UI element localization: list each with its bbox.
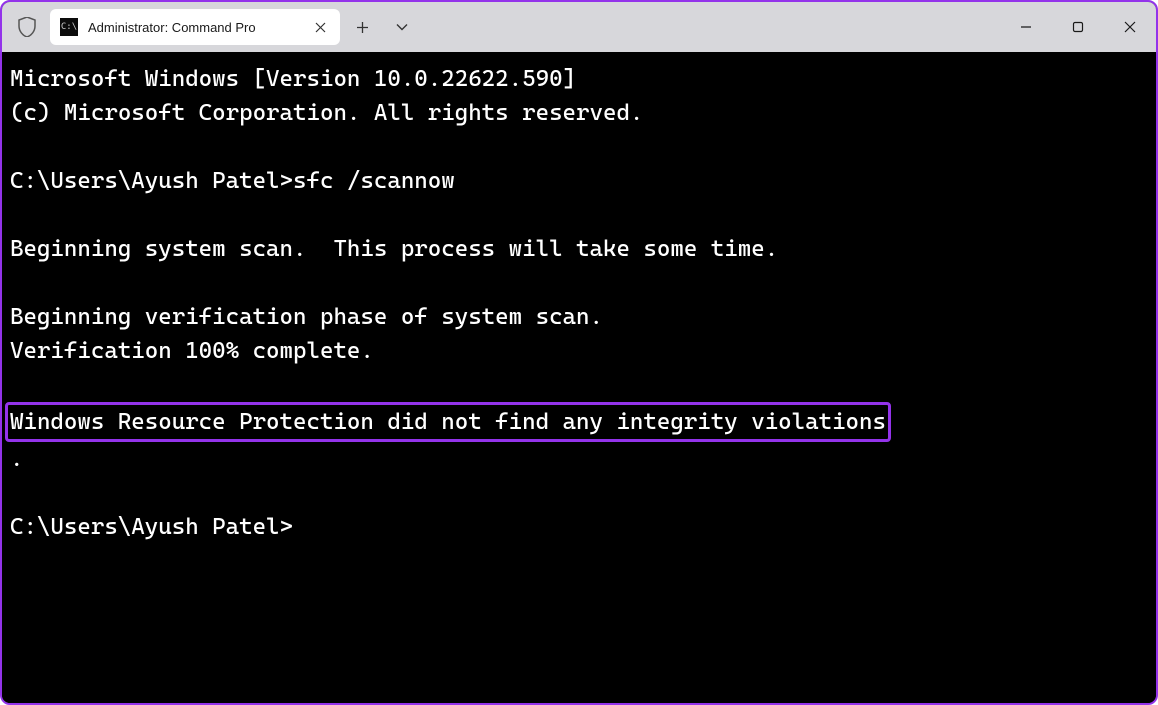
- maximize-icon: [1072, 21, 1084, 33]
- close-tab-button[interactable]: [310, 17, 330, 37]
- close-icon: [315, 22, 326, 33]
- output-line: .: [10, 446, 23, 472]
- prompt: C:\Users\Ayush Patel>: [10, 514, 293, 540]
- titlebar[interactable]: C:\ Administrator: Command Pro: [2, 2, 1156, 52]
- terminal-window: C:\ Administrator: Command Pro Microsoft…: [0, 0, 1158, 705]
- minimize-button[interactable]: [1000, 2, 1052, 52]
- window-controls: [1000, 2, 1156, 52]
- new-tab-button[interactable]: [344, 9, 380, 45]
- chevron-down-icon: [396, 23, 408, 31]
- tab-dropdown-button[interactable]: [384, 9, 420, 45]
- output-line: Beginning verification phase of system s…: [10, 304, 603, 330]
- output-line: Verification 100% complete.: [10, 338, 374, 364]
- close-window-button[interactable]: [1104, 2, 1156, 52]
- shield-icon: [10, 17, 44, 37]
- close-icon: [1124, 21, 1136, 33]
- terminal-output[interactable]: Microsoft Windows [Version 10.0.22622.59…: [2, 52, 1156, 703]
- active-tab[interactable]: C:\ Administrator: Command Pro: [50, 9, 340, 45]
- maximize-button[interactable]: [1052, 2, 1104, 52]
- prompt: C:\Users\Ayush Patel>: [10, 168, 293, 194]
- command-text: sfc /scannow: [293, 168, 455, 194]
- highlighted-output: Windows Resource Protection did not find…: [5, 402, 891, 442]
- tab-title: Administrator: Command Pro: [88, 20, 300, 35]
- output-line: Beginning system scan. This process will…: [10, 236, 778, 262]
- output-line: (c) Microsoft Corporation. All rights re…: [10, 100, 643, 126]
- minimize-icon: [1020, 21, 1032, 33]
- plus-icon: [356, 21, 369, 34]
- terminal-icon: C:\: [60, 18, 78, 36]
- output-line: Microsoft Windows [Version 10.0.22622.59…: [10, 66, 576, 92]
